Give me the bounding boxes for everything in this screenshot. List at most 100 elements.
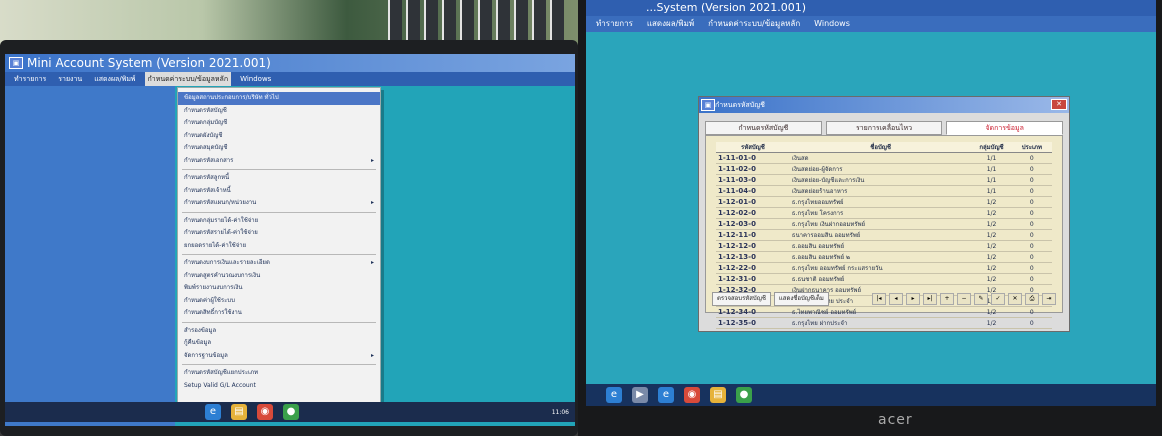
table-row[interactable]: 1-11-03-0 เงินสดย่อย-บัญชีและการเงิน 1/1 0: [716, 174, 1052, 186]
dropdown-menu-item[interactable]: กำหนดสมุดบัญชี: [178, 142, 380, 155]
cell-name: ธ.ธนชาติ ออมทรัพย์: [789, 273, 972, 285]
cell-code: 1-12-02-0: [716, 207, 790, 219]
edit-record-icon[interactable]: ✎: [974, 293, 988, 305]
dropdown-menu-item[interactable]: ข้อมูลสถานประกอบการ/บริษัท ทั่วไป: [178, 92, 380, 105]
cell-type: 0: [1011, 229, 1052, 241]
window-title-bar: ▣ Mini Account System (Version 2021.001): [5, 54, 575, 72]
menu-windows[interactable]: Windows: [237, 72, 274, 86]
tab-movements[interactable]: รายการเคลื่อนไหว: [825, 121, 943, 135]
dropdown-menu-item[interactable]: กำหนดรหัสรายได้-ค่าใช้จ่าย: [178, 227, 380, 240]
menu-bar: ทำรายการ รายงาน แสดงผล/พิมพ์ กำหนดค่าระบ…: [5, 72, 575, 86]
cell-code: 1-12-35-0: [716, 317, 790, 329]
dialog-title: กำหนดรหัสบัญชี: [715, 101, 765, 109]
table-row[interactable]: 1-11-04-0 เงินสดย่อยร้านอาหาร 1/1 0: [716, 185, 1052, 197]
line-icon[interactable]: ●: [283, 404, 299, 420]
dropdown-menu-item[interactable]: กำหนดรหัสแผนก/หน่วยงาน: [178, 197, 380, 210]
menu-system-settings[interactable]: กำหนดค่าระบบ/ข้อมูลหลัก: [144, 72, 232, 86]
dropdown-menu-item[interactable]: สำรองข้อมูล: [178, 325, 380, 338]
table-row[interactable]: 1-12-12-0 ธ.ออมสิน ออมทรัพย์ 1/2 0: [716, 240, 1052, 252]
dropdown-menu-item[interactable]: กำหนดผังบัญชี: [178, 130, 380, 143]
cell-name: ธ.กรุงไทย ฝากประจำ: [789, 317, 972, 329]
prev-record-icon[interactable]: ◂: [889, 293, 903, 305]
menu-bar: ทำรายการ แสดงผล/พิมพ์ กำหนดค่าระบบ/ข้อมู…: [586, 16, 1156, 32]
check-account-button[interactable]: ตรวจสอบรหัสบัญชี: [712, 292, 771, 306]
chrome-icon[interactable]: ◉: [684, 387, 700, 403]
menu-transactions[interactable]: ทำรายการ: [11, 72, 49, 86]
dropdown-menu-item[interactable]: กำหนดรหัสเอกสาร: [178, 155, 380, 168]
ie-icon[interactable]: e: [606, 387, 622, 403]
dropdown-menu-item[interactable]: กำหนดสูตรคำนวณงบการเงิน: [178, 270, 380, 283]
print-icon[interactable]: ⎙: [1025, 293, 1039, 305]
menu-display-print[interactable]: แสดงผล/พิมพ์: [91, 72, 138, 86]
table-row[interactable]: 1-12-01-0 ธ.กรุงไทยออมทรัพย์ 1/2 0: [716, 196, 1052, 208]
dropdown-menu-item[interactable]: กำหนดกลุ่มบัญชี: [178, 117, 380, 130]
dropdown-menu-item[interactable]: จัดการฐานข้อมูล: [178, 350, 380, 363]
dropdown-menu-item[interactable]: กำหนดรหัสเจ้าหนี้: [178, 185, 380, 198]
folder-icon[interactable]: ▤: [710, 387, 726, 403]
dropdown-menu-item[interactable]: กำหนดรหัสบัญชี: [178, 105, 380, 118]
ie-icon[interactable]: e: [205, 404, 221, 420]
cell-code: 1-12-22-0: [716, 262, 790, 274]
cell-type: 0: [1011, 207, 1052, 219]
settings-dropdown-menu: ข้อมูลสถานประกอบการ/บริษัท ทั่วไป กำหนดรห…: [177, 87, 381, 409]
menu-system-settings[interactable]: กำหนดค่าระบบ/ข้อมูลหลัก: [708, 16, 800, 32]
exit-icon[interactable]: ⇥: [1042, 293, 1056, 305]
dropdown-menu-item[interactable]: กำหนดรหัสบัญชีแยกประเภท: [178, 367, 380, 380]
cell-name: ธ.ออมสิน ออมทรัพย์ ๒: [789, 251, 972, 263]
table-row[interactable]: 1-12-02-0 ธ.กรุงไทย โครงการ 1/2 0: [716, 207, 1052, 219]
show-full-name-button[interactable]: แสดงชื่อบัญชีเต็ม: [773, 292, 829, 306]
table-row[interactable]: 1-12-13-0 ธ.ออมสิน ออมทรัพย์ ๒ 1/2 0: [716, 251, 1052, 263]
dropdown-menu-item[interactable]: ยกยอดรายได้-ค่าใช้จ่าย: [178, 240, 380, 253]
table-row[interactable]: 1-11-01-0 เงินสด 1/1 0: [716, 152, 1052, 164]
table-row[interactable]: 1-12-03-0 ธ.กรุงไทย เงินฝากออมทรัพย์ 1/2 0: [716, 218, 1052, 230]
table-row[interactable]: 1-12-11-0 ธนาคารออมสิน ออมทรัพย์ 1/2 0: [716, 229, 1052, 241]
cell-group: 1/1: [971, 174, 1012, 186]
dropdown-menu-item[interactable]: กำหนดกลุ่มรายได้-ค่าใช้จ่าย: [178, 215, 380, 228]
cell-group: 1/2: [971, 306, 1012, 318]
cell-type: 0: [1011, 152, 1052, 164]
menu-display-print[interactable]: แสดงผล/พิมพ์: [647, 16, 694, 32]
cell-code: 1-12-01-0: [716, 196, 790, 208]
dropdown-menu-item[interactable]: กำหนดรหัสลูกหนี้: [178, 172, 380, 185]
media-icon[interactable]: ▶: [632, 387, 648, 403]
table-row[interactable]: 1-11-02-0 เงินสดย่อย-ผู้จัดการ 1/1 0: [716, 163, 1052, 175]
dropdown-menu-item[interactable]: กู้คืนข้อมูล: [178, 337, 380, 350]
menu-reports[interactable]: รายงาน: [55, 72, 85, 86]
dropdown-menu-item[interactable]: กำหนดงบการเงินและรายละเอียด: [178, 257, 380, 270]
menu-transactions[interactable]: ทำรายการ: [596, 16, 633, 32]
cell-group: 1/2: [971, 207, 1012, 219]
chrome-icon[interactable]: ◉: [257, 404, 273, 420]
table-row[interactable]: 1-12-31-0 ธ.ธนชาติ ออมทรัพย์ 1/2 0: [716, 273, 1052, 285]
cancel-record-icon[interactable]: ✕: [1008, 293, 1022, 305]
tab-manage-data[interactable]: จัดการข้อมูล: [946, 121, 1064, 135]
app-logo-icon: ▣: [9, 57, 23, 69]
menu-separator: [182, 321, 376, 323]
menu-windows[interactable]: Windows: [814, 16, 850, 32]
edge-icon[interactable]: e: [658, 387, 674, 403]
dropdown-menu-item[interactable]: พิมพ์รายงานงบการเงิน: [178, 282, 380, 295]
monitor-brand-logo: acer: [878, 412, 913, 428]
table-row[interactable]: 1-12-34-0 ธ.ไทยพาณิชย์ ออมทรัพย์ 1/2 0: [716, 306, 1052, 318]
table-row[interactable]: 1-12-35-0 ธ.กรุงไทย ฝากประจำ 1/2 0: [716, 317, 1052, 329]
next-record-icon[interactable]: ▸: [906, 293, 920, 305]
add-record-icon[interactable]: +: [940, 293, 954, 305]
tab-account-code[interactable]: กำหนดรหัสบัญชี: [705, 121, 822, 135]
table-row[interactable]: 1-12-22-0 ธ.กรุงไทย ออมทรัพย์ กระแสรายวัน…: [716, 262, 1052, 274]
dropdown-menu-item[interactable]: กำหนดค่าผู้ใช้ระบบ: [178, 295, 380, 308]
line-icon[interactable]: ●: [736, 387, 752, 403]
column-header[interactable]: ชื่อบัญชี: [789, 142, 972, 153]
last-record-icon[interactable]: ▸|: [923, 293, 937, 305]
dropdown-menu-item[interactable]: Setup Valid G/L Account: [178, 380, 380, 393]
save-record-icon[interactable]: ✓: [991, 293, 1005, 305]
cell-type: 0: [1011, 251, 1052, 263]
column-header[interactable]: ประเภท: [1011, 142, 1052, 153]
column-header[interactable]: กลุ่มบัญชี: [971, 142, 1012, 153]
folder-icon[interactable]: ▤: [231, 404, 247, 420]
cell-type: 0: [1011, 163, 1052, 175]
dropdown-menu-item[interactable]: กำหนดสิทธิ์การใช้งาน: [178, 307, 380, 320]
first-record-icon[interactable]: |◂: [872, 293, 886, 305]
delete-record-icon[interactable]: −: [957, 293, 971, 305]
menu-separator: [182, 211, 376, 213]
close-icon[interactable]: ✕: [1051, 99, 1067, 110]
column-header[interactable]: รหัสบัญชี: [716, 142, 790, 153]
